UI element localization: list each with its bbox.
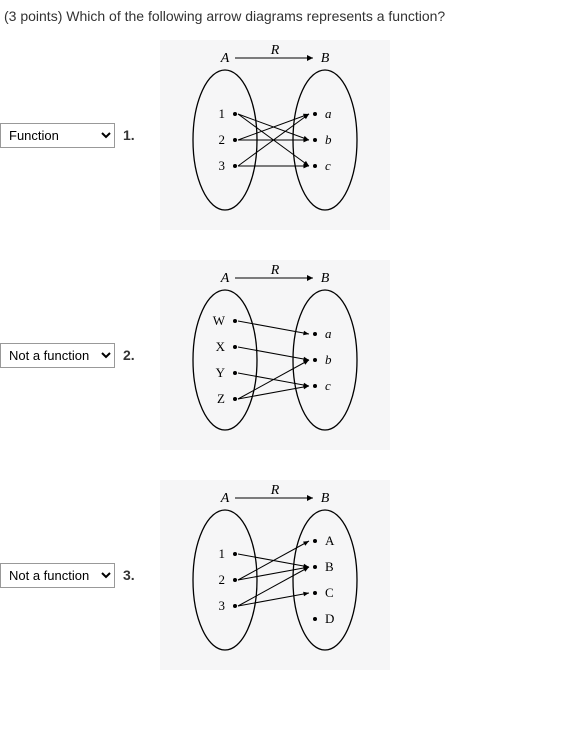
svg-text:X: X — [216, 339, 226, 354]
svg-text:A: A — [220, 271, 230, 286]
svg-text:B: B — [321, 51, 330, 66]
answer-select[interactable]: FunctionNot a function — [0, 563, 115, 588]
question-row: FunctionNot a function 1. A B R 1 2 3 abc — [0, 40, 577, 230]
question-row: FunctionNot a function3.ABR123ABCD — [0, 480, 577, 670]
item-number: 1. — [123, 127, 135, 143]
svg-text:A: A — [220, 51, 230, 66]
svg-text:W: W — [213, 313, 226, 328]
item-number: 3. — [123, 567, 135, 583]
svg-text:2: 2 — [219, 132, 226, 147]
svg-text:2: 2 — [219, 572, 226, 587]
svg-text:B: B — [325, 559, 334, 574]
svg-text:a: a — [325, 106, 332, 121]
svg-text:3: 3 — [219, 598, 226, 613]
svg-text:b: b — [325, 352, 332, 367]
svg-text:R: R — [270, 43, 280, 58]
svg-text:c: c — [325, 378, 331, 393]
svg-text:R: R — [270, 263, 280, 278]
question-text: (3 points) Which of the following arrow … — [0, 0, 577, 40]
svg-text:Y: Y — [216, 365, 226, 380]
svg-text:B: B — [321, 491, 330, 506]
question-row: FunctionNot a function 2. A B R WXYZabc — [0, 260, 577, 450]
control-column: FunctionNot a function 2. — [0, 343, 160, 368]
answer-select[interactable]: FunctionNot a function — [0, 343, 115, 368]
answer-select[interactable]: FunctionNot a function — [0, 123, 115, 148]
svg-text:B: B — [321, 271, 330, 286]
arrow-diagram: A B R WXYZabc — [160, 260, 390, 450]
svg-text:b: b — [325, 132, 332, 147]
svg-text:C: C — [325, 585, 334, 600]
item-number: 2. — [123, 347, 135, 363]
svg-text:c: c — [325, 158, 331, 173]
svg-text:3: 3 — [219, 158, 226, 173]
control-column: FunctionNot a function 1. — [0, 123, 160, 148]
svg-text:D: D — [325, 611, 334, 626]
svg-text:1: 1 — [219, 106, 226, 121]
svg-text:Z: Z — [217, 391, 225, 406]
arrow-diagram: A B R 1 2 3 abc — [160, 40, 390, 230]
svg-text:1: 1 — [219, 546, 226, 561]
arrow-diagram: ABR123ABCD — [160, 480, 390, 670]
svg-text:A: A — [220, 491, 230, 506]
svg-text:a: a — [325, 326, 332, 341]
control-column: FunctionNot a function 3. — [0, 563, 160, 588]
svg-text:R: R — [270, 483, 280, 498]
svg-text:A: A — [325, 533, 335, 548]
